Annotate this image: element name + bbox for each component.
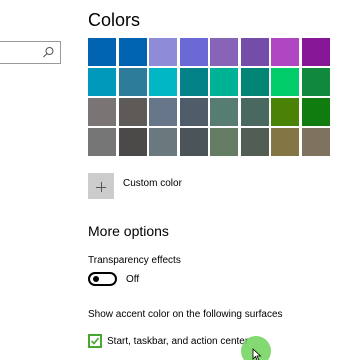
color-swatch[interactable] bbox=[301, 128, 330, 156]
color-swatch[interactable] bbox=[179, 38, 208, 66]
toggle-knob bbox=[93, 276, 99, 282]
color-swatch[interactable] bbox=[271, 98, 299, 126]
color-swatch[interactable] bbox=[88, 38, 116, 66]
start-taskbar-label: Start, taskbar, and action center bbox=[107, 335, 249, 347]
color-swatch[interactable] bbox=[149, 98, 177, 126]
color-swatch[interactable] bbox=[118, 98, 147, 126]
color-swatch[interactable] bbox=[301, 38, 330, 66]
color-swatch[interactable] bbox=[240, 128, 269, 156]
settings-colors-page: Colors Custom color More options Transpa… bbox=[0, 0, 360, 360]
start-taskbar-checkbox[interactable] bbox=[88, 334, 102, 348]
color-swatch[interactable] bbox=[118, 38, 147, 66]
search-icon[interactable] bbox=[42, 46, 55, 59]
color-swatch[interactable] bbox=[149, 38, 177, 66]
search-box[interactable] bbox=[0, 41, 61, 64]
mouse-pointer-icon bbox=[252, 348, 262, 360]
color-swatch[interactable] bbox=[240, 68, 269, 96]
accent-surfaces-label: Show accent color on the following surfa… bbox=[88, 309, 283, 320]
color-swatch[interactable] bbox=[88, 68, 116, 96]
checkmark-icon bbox=[90, 337, 100, 345]
color-swatch[interactable] bbox=[179, 128, 208, 156]
color-swatch[interactable] bbox=[149, 68, 177, 96]
color-swatch[interactable] bbox=[301, 98, 330, 126]
color-swatch[interactable] bbox=[179, 68, 208, 96]
color-swatch[interactable] bbox=[118, 68, 147, 96]
transparency-effects-label: Transparency effects bbox=[88, 255, 181, 266]
color-swatch[interactable] bbox=[210, 128, 238, 156]
color-swatch[interactable] bbox=[240, 98, 269, 126]
color-swatch[interactable] bbox=[210, 38, 238, 66]
color-swatch[interactable] bbox=[210, 68, 238, 96]
page-title: Colors bbox=[88, 10, 141, 30]
more-options-heading: More options bbox=[88, 223, 169, 239]
color-swatch[interactable] bbox=[149, 128, 177, 156]
color-swatch[interactable] bbox=[271, 38, 299, 66]
custom-color-label: Custom color bbox=[123, 178, 182, 189]
start-taskbar-checkbox-row[interactable]: Start, taskbar, and action center bbox=[88, 334, 248, 348]
color-swatch[interactable] bbox=[88, 98, 116, 126]
color-swatch[interactable] bbox=[301, 68, 330, 96]
color-swatch[interactable] bbox=[118, 128, 147, 156]
plus-icon[interactable] bbox=[88, 173, 114, 199]
color-swatch[interactable] bbox=[240, 38, 269, 66]
color-swatch[interactable] bbox=[271, 128, 299, 156]
color-swatch[interactable] bbox=[88, 128, 116, 156]
custom-color-button[interactable]: Custom color bbox=[88, 173, 182, 199]
color-swatch[interactable] bbox=[179, 98, 208, 126]
search-input[interactable] bbox=[1, 44, 41, 61]
transparency-toggle[interactable] bbox=[88, 272, 117, 286]
transparency-state-label: Off bbox=[126, 274, 140, 285]
color-swatch[interactable] bbox=[271, 68, 299, 96]
color-swatch[interactable] bbox=[210, 98, 238, 126]
accent-color-grid bbox=[88, 38, 334, 156]
